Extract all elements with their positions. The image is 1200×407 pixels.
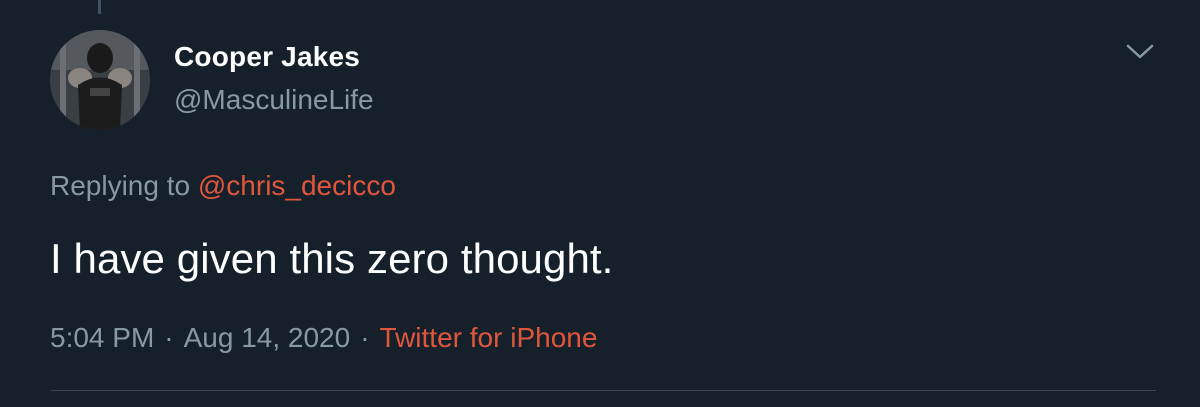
thread-connector-line (98, 0, 101, 14)
replying-to-label: Replying to (50, 170, 191, 201)
meta-separator: · (164, 322, 174, 353)
author-display-name[interactable]: Cooper Jakes (174, 41, 360, 73)
meta-separator: · (360, 322, 370, 353)
avatar-image (50, 30, 150, 130)
tweet-time[interactable]: 5:04 PM (50, 322, 154, 353)
tweet-source-link[interactable]: Twitter for iPhone (380, 322, 598, 353)
chevron-down-icon[interactable] (1122, 36, 1158, 68)
reply-mention-link[interactable]: @chris_decicco (198, 170, 396, 201)
tweet-date[interactable]: Aug 14, 2020 (184, 322, 351, 353)
author-handle[interactable]: @MasculineLife (174, 84, 374, 116)
tweet-meta: 5:04 PM · Aug 14, 2020 · Twitter for iPhone (50, 322, 597, 354)
avatar[interactable] (50, 30, 150, 130)
tweet-body: I have given this zero thought. (50, 235, 614, 282)
divider (50, 390, 1156, 391)
replying-to-line: Replying to @chris_decicco (50, 170, 396, 202)
